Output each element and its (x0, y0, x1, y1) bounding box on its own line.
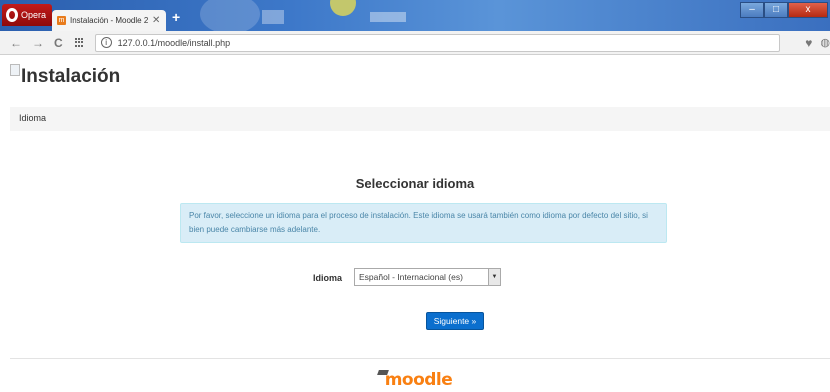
breadcrumb: Idioma (10, 107, 830, 131)
tab-title: Instalación - Moodle 2.8... (70, 16, 148, 25)
footer: moodle (0, 370, 830, 390)
desktop-decoration (262, 10, 284, 24)
desktop-decoration (370, 12, 406, 22)
page-title: Instalación (10, 63, 120, 88)
desktop-decoration (200, 0, 260, 31)
window-controls: – □ x (740, 2, 828, 18)
new-tab-button[interactable]: + (172, 9, 180, 25)
minimize-button[interactable]: – (740, 2, 764, 18)
site-info-icon[interactable]: i (100, 37, 112, 48)
close-window-button[interactable]: x (788, 2, 828, 18)
browser-tab-active[interactable]: m Instalación - Moodle 2.8... ✕ (52, 10, 166, 31)
maximize-button[interactable]: □ (764, 2, 788, 18)
info-notice: Por favor, seleccione un idioma para el … (180, 203, 667, 243)
section-heading: Seleccionar idioma (355, 176, 475, 191)
moodle-logo[interactable]: moodle (385, 370, 453, 390)
forward-arrow-icon[interactable]: → (32, 36, 44, 50)
speed-dial-grid-icon[interactable] (74, 37, 85, 48)
broken-image-icon (10, 64, 20, 76)
extension-icon[interactable]: ◍ (820, 36, 830, 49)
bookmark-heart-icon[interactable]: ♥ (805, 36, 812, 50)
dropdown-arrow-icon[interactable]: ▼ (488, 269, 500, 285)
footer-divider (10, 358, 830, 359)
opera-menu-button[interactable]: Opera (2, 4, 53, 26)
language-select-value: Español - Internacional (es) (359, 272, 463, 282)
browser-titlebar: Opera m Instalación - Moodle 2.8... ✕ + … (0, 0, 830, 31)
language-label: Idioma (313, 273, 343, 283)
url-input[interactable]: i 127.0.0.1/moodle/install.php (94, 33, 781, 52)
language-select[interactable]: Español - Internacional (es) ▼ (354, 268, 501, 286)
moodle-cap-icon (376, 370, 389, 375)
reload-icon[interactable]: C (54, 36, 63, 50)
opera-label: Opera (21, 10, 47, 20)
address-bar: ← → C i 127.0.0.1/moodle/install.php ♥ ◍ (0, 31, 830, 55)
back-arrow-icon[interactable]: ← (10, 36, 22, 50)
next-button[interactable]: Siguiente » (426, 312, 484, 330)
moodle-favicon-icon: m (57, 16, 66, 25)
opera-logo-icon (6, 8, 18, 22)
desktop-decoration (330, 0, 356, 16)
breadcrumb-item: Idioma (19, 113, 47, 123)
page-title-text: Instalación (21, 66, 121, 87)
url-text: 127.0.0.1/moodle/install.php (117, 37, 231, 48)
tab-close-icon[interactable]: ✕ (152, 15, 160, 26)
